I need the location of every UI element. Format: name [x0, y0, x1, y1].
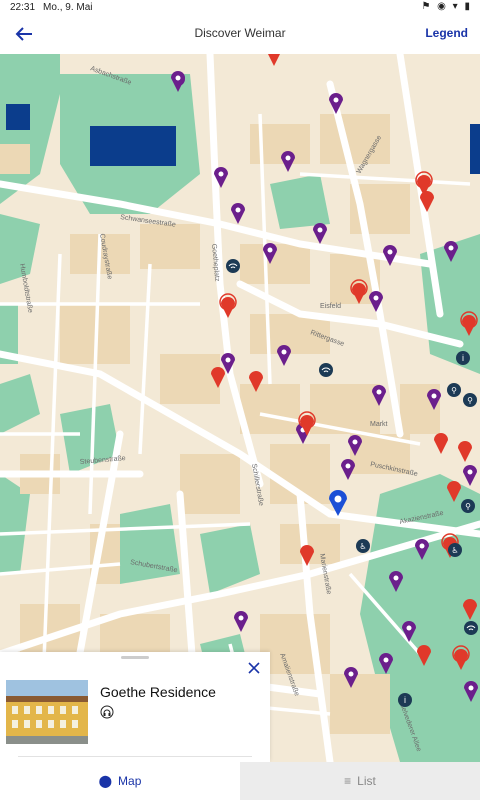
accessibility-icon[interactable]: ♿ [448, 543, 462, 557]
info-icon[interactable]: i [456, 351, 470, 365]
svg-text:⚲: ⚲ [465, 502, 471, 511]
hiking-icon[interactable]: ⚲ [461, 499, 475, 513]
card-divider [18, 756, 252, 757]
page-title: Discover Weimar [194, 26, 286, 40]
status-icons: ⚑ ◉ ▾ ▮ [421, 1, 472, 12]
wifi-icon[interactable] [319, 363, 333, 377]
svg-text:⚲: ⚲ [467, 396, 473, 405]
list-icon: ≡ [344, 774, 352, 788]
wifi-icon[interactable] [226, 259, 240, 273]
svg-text:i: i [404, 695, 406, 705]
tab-map-label: Map [118, 774, 142, 788]
svg-text:⚲: ⚲ [451, 386, 457, 395]
app-bar: Discover Weimar Legend [0, 14, 480, 54]
tab-list-label: List [357, 774, 376, 788]
poi-title: Goethe Residence [100, 684, 216, 700]
status-date: Mo., 9. Mai [43, 1, 93, 13]
wifi-icon[interactable] [464, 621, 478, 635]
legend-button[interactable]: Legend [425, 26, 468, 40]
tab-map[interactable]: ⬤ Map [0, 762, 240, 800]
svg-text:♿: ♿ [451, 546, 458, 555]
poi-detail-card[interactable]: Goethe Residence [0, 652, 270, 762]
poi-thumbnail [6, 680, 88, 744]
drag-handle[interactable] [121, 656, 149, 659]
status-bar: 22:31 Mo., 9. Mai ⚑ ◉ ▾ ▮ [0, 0, 480, 14]
hiking-icon[interactable]: ⚲ [447, 383, 461, 397]
label-eisfeld: Eisfeld [320, 303, 341, 310]
tab-list[interactable]: ≡ List [240, 762, 480, 800]
hiking-icon[interactable]: ⚲ [463, 393, 477, 407]
svg-text:i: i [462, 353, 464, 363]
svg-text:♿: ♿ [359, 542, 366, 551]
info-icon[interactable]: i [398, 693, 412, 707]
close-icon[interactable] [246, 660, 262, 676]
bottom-tabs: ⬤ Map ≡ List [0, 762, 480, 800]
location-pin-icon: ⬤ [98, 774, 113, 788]
label-markt: Markt [370, 421, 388, 428]
headphones-icon [100, 705, 114, 719]
accessibility-icon[interactable]: ♿ [356, 539, 370, 553]
status-time: 22:31 [10, 1, 36, 13]
